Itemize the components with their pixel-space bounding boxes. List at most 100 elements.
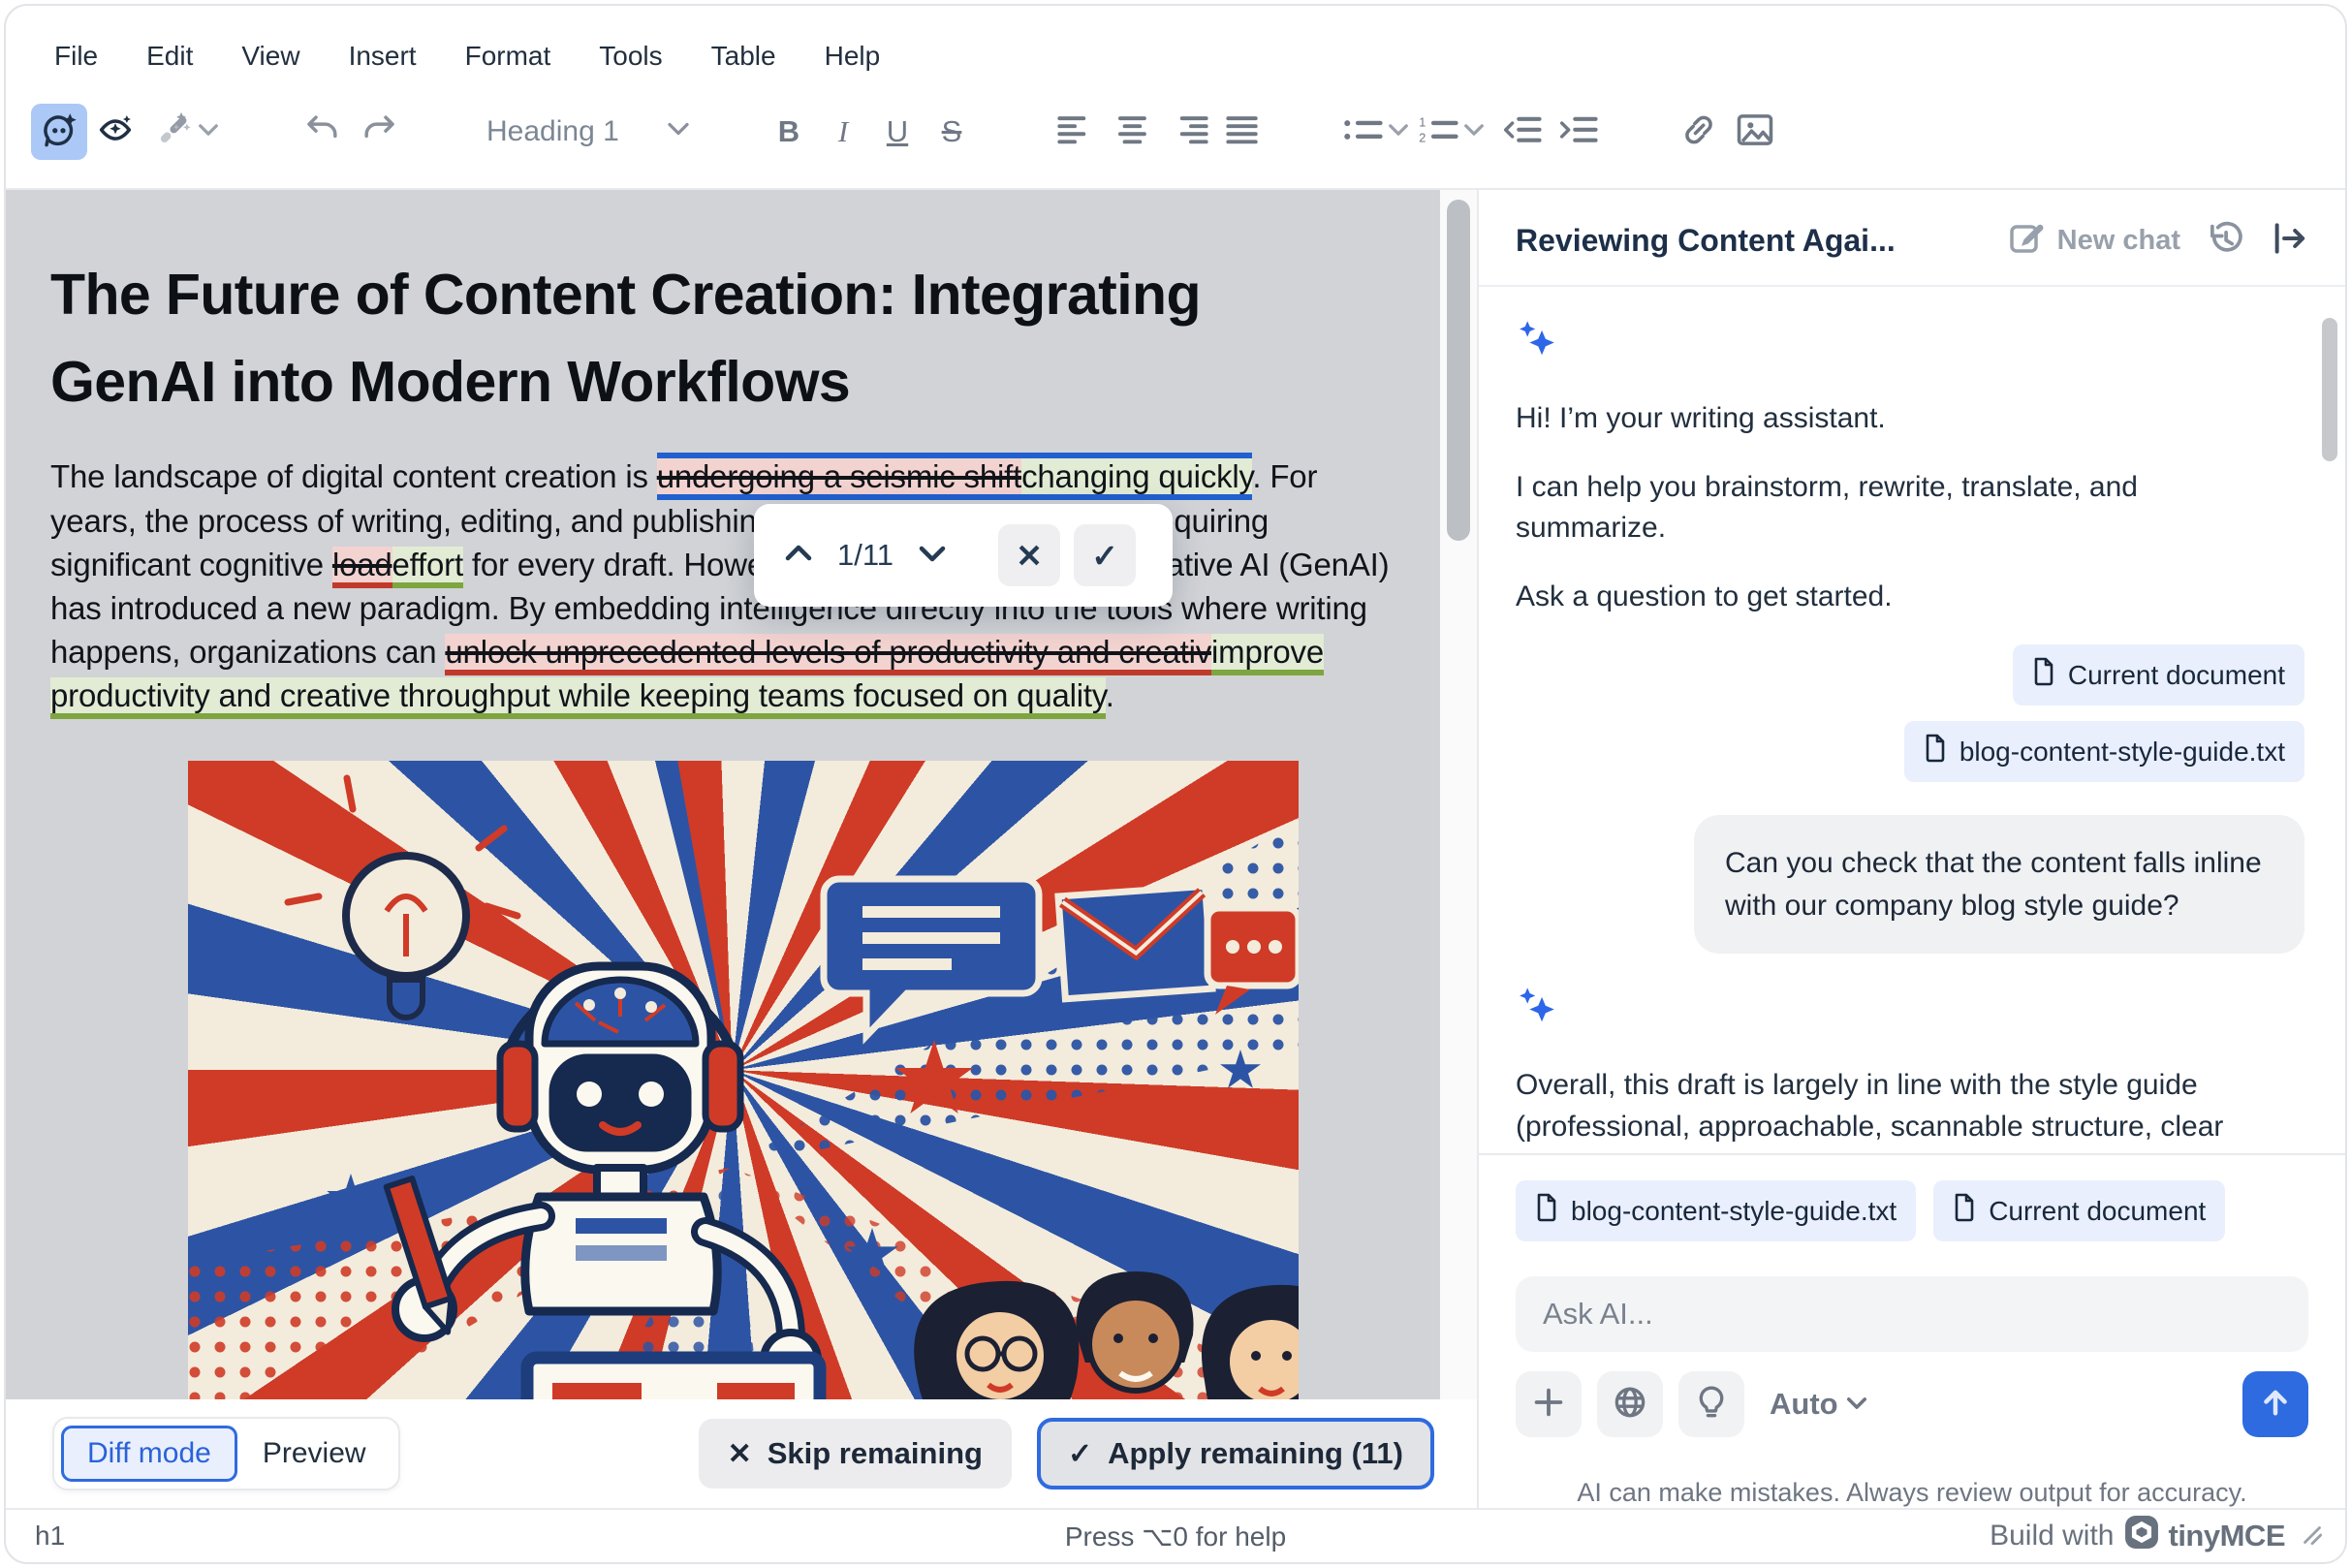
send-arrow-icon xyxy=(2258,1385,2293,1425)
resize-handle-icon[interactable] xyxy=(2303,1520,2323,1552)
attachment-label: Current document xyxy=(2067,659,2285,690)
menu-view[interactable]: View xyxy=(241,41,299,72)
menu-table[interactable]: Table xyxy=(711,41,776,72)
menu-edit[interactable]: Edit xyxy=(146,41,193,72)
new-chat-button[interactable]: New chat xyxy=(2007,217,2180,264)
document-illustration[interactable] xyxy=(188,760,1299,1433)
ai-response-text: Overall, this draft is largely in line w… xyxy=(1516,1069,2233,1153)
align-justify-icon xyxy=(1226,115,1265,149)
close-icon: ✕ xyxy=(727,1437,752,1470)
brand-name: tinyMCE xyxy=(2168,1519,2286,1552)
align-center-button[interactable] xyxy=(1105,104,1161,160)
diff-deletion[interactable]: load xyxy=(331,546,392,588)
add-attachment-button[interactable] xyxy=(1516,1371,1582,1437)
tinymce-logo-icon xyxy=(2124,1515,2159,1557)
check-icon: ✓ xyxy=(1091,537,1118,574)
align-right-icon xyxy=(1170,115,1208,149)
link-icon xyxy=(1679,110,1718,154)
redo-icon xyxy=(359,110,399,155)
ai-review-icon xyxy=(96,110,135,154)
collapse-sidebar-button[interactable] xyxy=(2266,217,2312,264)
align-center-icon xyxy=(1113,115,1152,149)
globe-icon xyxy=(1612,1384,1648,1426)
ai-review-button[interactable] xyxy=(87,104,143,160)
diff-mode-button[interactable]: Diff mode xyxy=(61,1426,237,1482)
ai-assistant-button[interactable] xyxy=(31,104,87,160)
indent-button[interactable] xyxy=(1551,104,1607,160)
redo-button[interactable] xyxy=(351,104,407,160)
attachment-label: blog-content-style-guide.txt xyxy=(1959,736,2285,767)
editor-scrollbar-thumb[interactable] xyxy=(1447,200,1470,541)
composer-attachment-chip[interactable]: blog-content-style-guide.txt xyxy=(1516,1180,1917,1241)
ai-shortcuts-button[interactable] xyxy=(151,109,219,156)
element-path[interactable]: h1 xyxy=(35,1521,65,1552)
menu-tools[interactable]: Tools xyxy=(599,41,662,72)
chat-history-button[interactable] xyxy=(2200,217,2246,264)
chevron-up-icon xyxy=(782,542,815,570)
undo-icon xyxy=(302,110,343,155)
web-search-button[interactable] xyxy=(1597,1371,1663,1437)
link-button[interactable] xyxy=(1671,104,1727,160)
apply-remaining-button[interactable]: ✓ Apply remaining (11) xyxy=(1036,1418,1434,1490)
diff-navigation-popup: 1/11 ✕ ✓ xyxy=(754,504,1173,607)
suggestions-button[interactable] xyxy=(1678,1371,1744,1437)
menu-format[interactable]: Format xyxy=(465,41,551,72)
next-change-button[interactable] xyxy=(907,530,957,580)
chevron-down-icon xyxy=(916,542,949,570)
diff-deletion[interactable]: unlock unprecedented levels of productiv… xyxy=(445,634,1211,676)
ask-ai-input[interactable] xyxy=(1516,1276,2308,1352)
branding[interactable]: Build with tinyMCE xyxy=(1990,1515,2323,1557)
chat-scrollbar-thumb[interactable] xyxy=(2322,318,2337,461)
align-left-button[interactable] xyxy=(1049,104,1105,160)
sidebar-header: Reviewing Content Agai... New chat xyxy=(1479,190,2345,287)
align-right-button[interactable] xyxy=(1161,104,1217,160)
accept-change-button[interactable]: ✓ xyxy=(1074,524,1137,586)
bullet-list-button[interactable] xyxy=(1343,115,1409,149)
ai-chat-icon xyxy=(40,110,78,154)
outdent-button[interactable] xyxy=(1494,104,1551,160)
block-format-select[interactable]: Heading 1 xyxy=(465,100,707,164)
numbered-list-button[interactable]: 12 xyxy=(1419,115,1485,149)
align-justify-button[interactable] xyxy=(1217,104,1273,160)
diff-change-selected[interactable]: undergoing a seismic shiftchanging quick… xyxy=(656,453,1253,501)
composer-attachment-chip[interactable]: Current document xyxy=(1933,1180,2226,1241)
image-button[interactable] xyxy=(1727,104,1783,160)
svg-text:1: 1 xyxy=(1419,115,1426,129)
chevron-down-icon xyxy=(1463,119,1485,145)
diff-insertion[interactable]: effort xyxy=(392,546,463,588)
menu-help[interactable]: Help xyxy=(825,41,881,72)
svg-text:2: 2 xyxy=(1419,131,1426,143)
menu-file[interactable]: File xyxy=(54,41,98,72)
previous-change-button[interactable] xyxy=(773,530,824,580)
ai-sparkle-icon xyxy=(1516,320,2304,369)
model-mode-select[interactable]: Auto xyxy=(1770,1387,1867,1422)
document-canvas[interactable]: The Future of Content Creation: Integrat… xyxy=(6,190,1440,1508)
italic-button[interactable]: I xyxy=(816,105,870,159)
chat-transcript: Hi! I’m your writing assistant. I can he… xyxy=(1479,287,2345,1153)
menu-insert[interactable]: Insert xyxy=(349,41,417,72)
image-icon xyxy=(1736,110,1774,154)
editor-scrollbar xyxy=(1440,190,1477,1508)
undo-button[interactable] xyxy=(295,104,351,160)
document-icon xyxy=(1924,734,1947,769)
collapse-panel-icon xyxy=(2269,218,2309,264)
apply-remaining-label: Apply remaining (11) xyxy=(1108,1436,1403,1470)
main-area: The Future of Content Creation: Integrat… xyxy=(6,190,2345,1508)
underline-button[interactable]: U xyxy=(870,105,925,159)
compose-icon xyxy=(2007,217,2046,264)
chevron-down-icon xyxy=(1388,119,1409,145)
strikethrough-button[interactable]: S xyxy=(925,105,979,159)
ai-message-text: Ask a question to get started. xyxy=(1516,580,1893,612)
document-title: The Future of Content Creation: Integrat… xyxy=(50,263,1202,414)
send-button[interactable] xyxy=(2242,1371,2308,1437)
reject-change-button[interactable]: ✕ xyxy=(998,524,1061,586)
bold-button[interactable]: B xyxy=(762,105,816,159)
app-window: File Edit View Insert Format Tools Table… xyxy=(4,4,2347,1564)
change-counter: 1/11 xyxy=(837,538,894,572)
preview-button[interactable]: Preview xyxy=(237,1426,392,1482)
diff-footer-bar: Diff mode Preview ✕ Skip remaining ✓ App… xyxy=(6,1399,1477,1508)
help-shortcut-text: Press ⌥0 for help xyxy=(1064,1521,1287,1552)
attachment-label: Current document xyxy=(1989,1195,2207,1226)
plus-icon xyxy=(1531,1385,1566,1425)
skip-remaining-button[interactable]: ✕ Skip remaining xyxy=(698,1419,1012,1489)
